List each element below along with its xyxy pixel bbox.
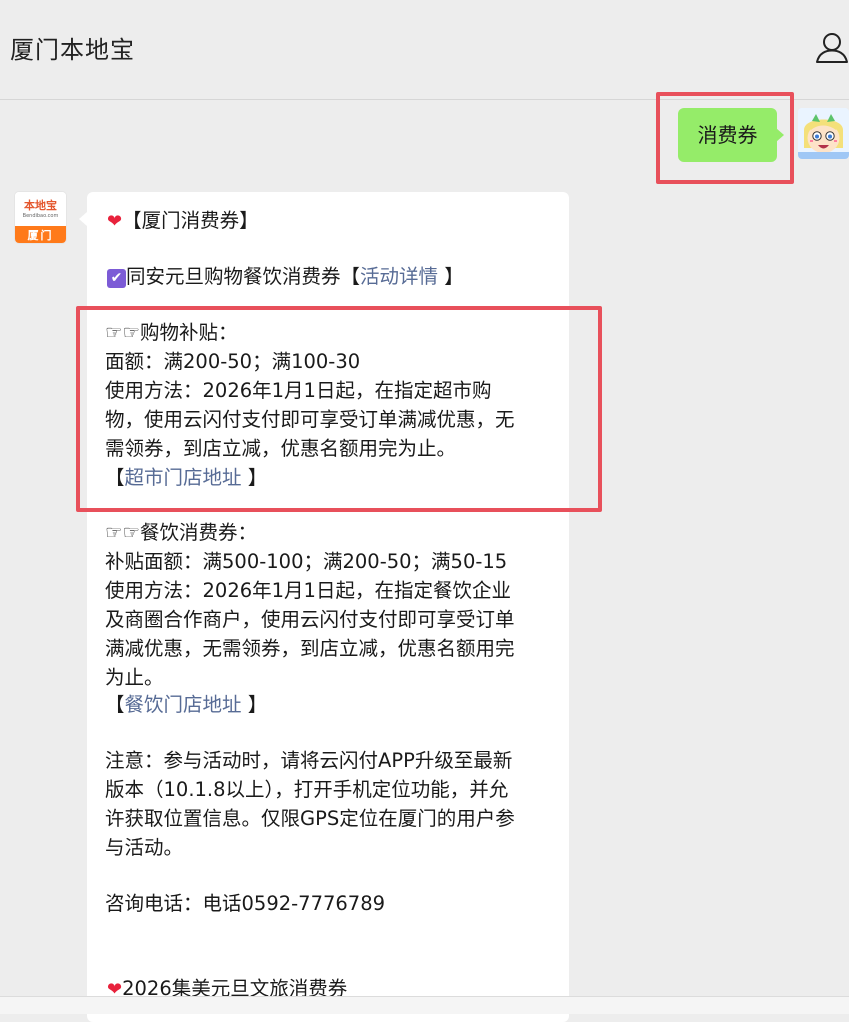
profile-button[interactable] xyxy=(814,30,849,66)
dining-address-suffix: 】 xyxy=(241,693,268,716)
event-line-suffix: 】 xyxy=(438,265,464,288)
dining-usage-line: 满减优惠，无需领券，到店立减，优惠名额用完 xyxy=(105,637,515,660)
note-line: 版本（10.1.8以上），打开手机定位功能，并允 xyxy=(105,778,509,801)
note-line: 许获取位置信息。仅限GPS定位在厦门的用户参 xyxy=(105,807,515,830)
cartoon-avatar-icon xyxy=(798,108,849,159)
shopping-highlight-box xyxy=(76,306,602,512)
dining-amount: 补贴面额：满500-100；满200-50；满50-15 xyxy=(105,550,508,573)
phone-line: 咨询电话：电话0592-7776789 xyxy=(105,892,386,915)
bot-avatar-city: 厦门 xyxy=(15,226,66,243)
dining-usage-line: 使用方法：2026年1月1日起，在指定餐饮企业 xyxy=(105,579,511,602)
bot-avatar-logo: 本地宝 Bendibao.com xyxy=(15,192,66,226)
dining-usage-line: 及商圈合作商户，使用云闪付支付即可享受订单 xyxy=(105,608,515,631)
person-icon xyxy=(816,33,848,63)
section-title-line: ❤【厦门消费券】 xyxy=(107,206,259,236)
note-line: 与活动。 xyxy=(105,836,184,859)
chat-title: 厦门本地宝 xyxy=(10,36,135,64)
bot-avatar-logo-text: 本地宝 xyxy=(24,199,57,212)
dining-address-line: 【餐饮门店地址 】 xyxy=(105,690,267,719)
event-line-prefix: 同安元旦购物餐饮消费券【 xyxy=(126,265,361,288)
dining-title: ☞☞餐饮消费券： xyxy=(105,521,257,544)
event-line: ✔ 同安元旦购物餐饮消费券【活动详情 】 xyxy=(107,262,464,291)
dining-address-link[interactable]: 餐饮门店地址 xyxy=(125,693,242,716)
dining-usage-line: 为止。 xyxy=(105,666,164,689)
checkbox-icon: ✔ xyxy=(107,269,126,288)
heart-icon: ❤ xyxy=(107,211,123,232)
user-avatar[interactable] xyxy=(798,108,849,159)
event-details-link[interactable]: 活动详情 xyxy=(360,265,438,288)
section-title: 【厦门消费券】 xyxy=(122,209,259,232)
note-line: 注意：参与活动时，请将云闪付APP升级至最新 xyxy=(105,749,513,772)
sent-message-bubble[interactable]: 消费券 xyxy=(678,108,784,162)
bot-avatar[interactable]: 本地宝 Bendibao.com 厦门 xyxy=(14,191,67,244)
bot-avatar-logo-sub: Bendibao.com xyxy=(22,213,59,219)
chat-header: 厦门本地宝 xyxy=(0,0,849,100)
input-bar-edge xyxy=(0,996,849,1014)
dining-address-prefix: 【 xyxy=(105,693,125,716)
